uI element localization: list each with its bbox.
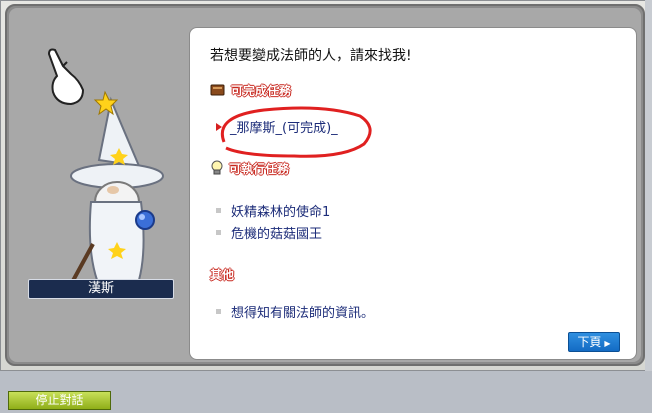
book-icon — [210, 84, 225, 96]
dialog-inner: 漢斯 若想要變成法師的人，請來找我! 可完成任務 _那摩斯_(可完成)_ 可執行… — [9, 8, 641, 362]
option-label: 想得知有關法師的資訊。 — [231, 306, 375, 321]
npc-name-plate: 漢斯 — [28, 279, 174, 299]
completable-quests-label: 可完成任務 — [231, 83, 292, 98]
bottom-bar: 停止對話 — [0, 371, 652, 413]
bullet-icon — [216, 309, 221, 314]
quest-item-mushroom-king[interactable]: 危機的菇菇國王 — [216, 223, 322, 242]
available-quests-label: 可執行任務 — [229, 161, 290, 176]
npc-dialog-window: 漢斯 若想要變成法師的人，請來找我! 可完成任務 _那摩斯_(可完成)_ 可執行… — [5, 4, 645, 366]
quest-item-fairy-forest[interactable]: 妖精森林的使命1 — [216, 201, 330, 220]
other-header: 其他 — [210, 265, 234, 283]
stop-dialog-button[interactable]: 停止對話 — [8, 391, 111, 410]
triangle-right-icon: ▶ — [604, 339, 611, 348]
lightbulb-icon — [211, 160, 223, 175]
dialog-text-panel: 若想要變成法師的人，請來找我! 可完成任務 _那摩斯_(可完成)_ 可執行任務 … — [189, 27, 637, 360]
window-edge — [645, 0, 652, 371]
npc-sprite — [47, 48, 164, 298]
available-quests-header: 可執行任務 — [210, 159, 289, 177]
npc-portrait — [21, 30, 181, 298]
wizard-npc — [63, 90, 164, 298]
bullet-icon — [216, 230, 221, 235]
pointing-hand-icon — [47, 48, 85, 106]
other-label: 其他 — [210, 267, 235, 282]
next-page-button[interactable]: 下頁 ▶ — [568, 332, 620, 352]
npc-greeting-text: 若想要變成法師的人，請來找我! — [210, 48, 412, 64]
option-mage-info[interactable]: 想得知有關法師的資訊。 — [216, 302, 374, 321]
completable-quests-header: 可完成任務 — [210, 81, 291, 99]
quest-item-label: 妖精森林的使命1 — [231, 205, 331, 220]
quest-item-label: 危機的菇菇國王 — [231, 227, 323, 242]
highlight-circle — [221, 106, 372, 158]
bullet-icon — [216, 208, 221, 213]
npc-name: 漢斯 — [87, 281, 114, 296]
next-page-label: 下頁 — [577, 335, 602, 349]
dialog-frame: 漢斯 若想要變成法師的人，請來找我! 可完成任務 _那摩斯_(可完成)_ 可執行… — [0, 0, 650, 371]
